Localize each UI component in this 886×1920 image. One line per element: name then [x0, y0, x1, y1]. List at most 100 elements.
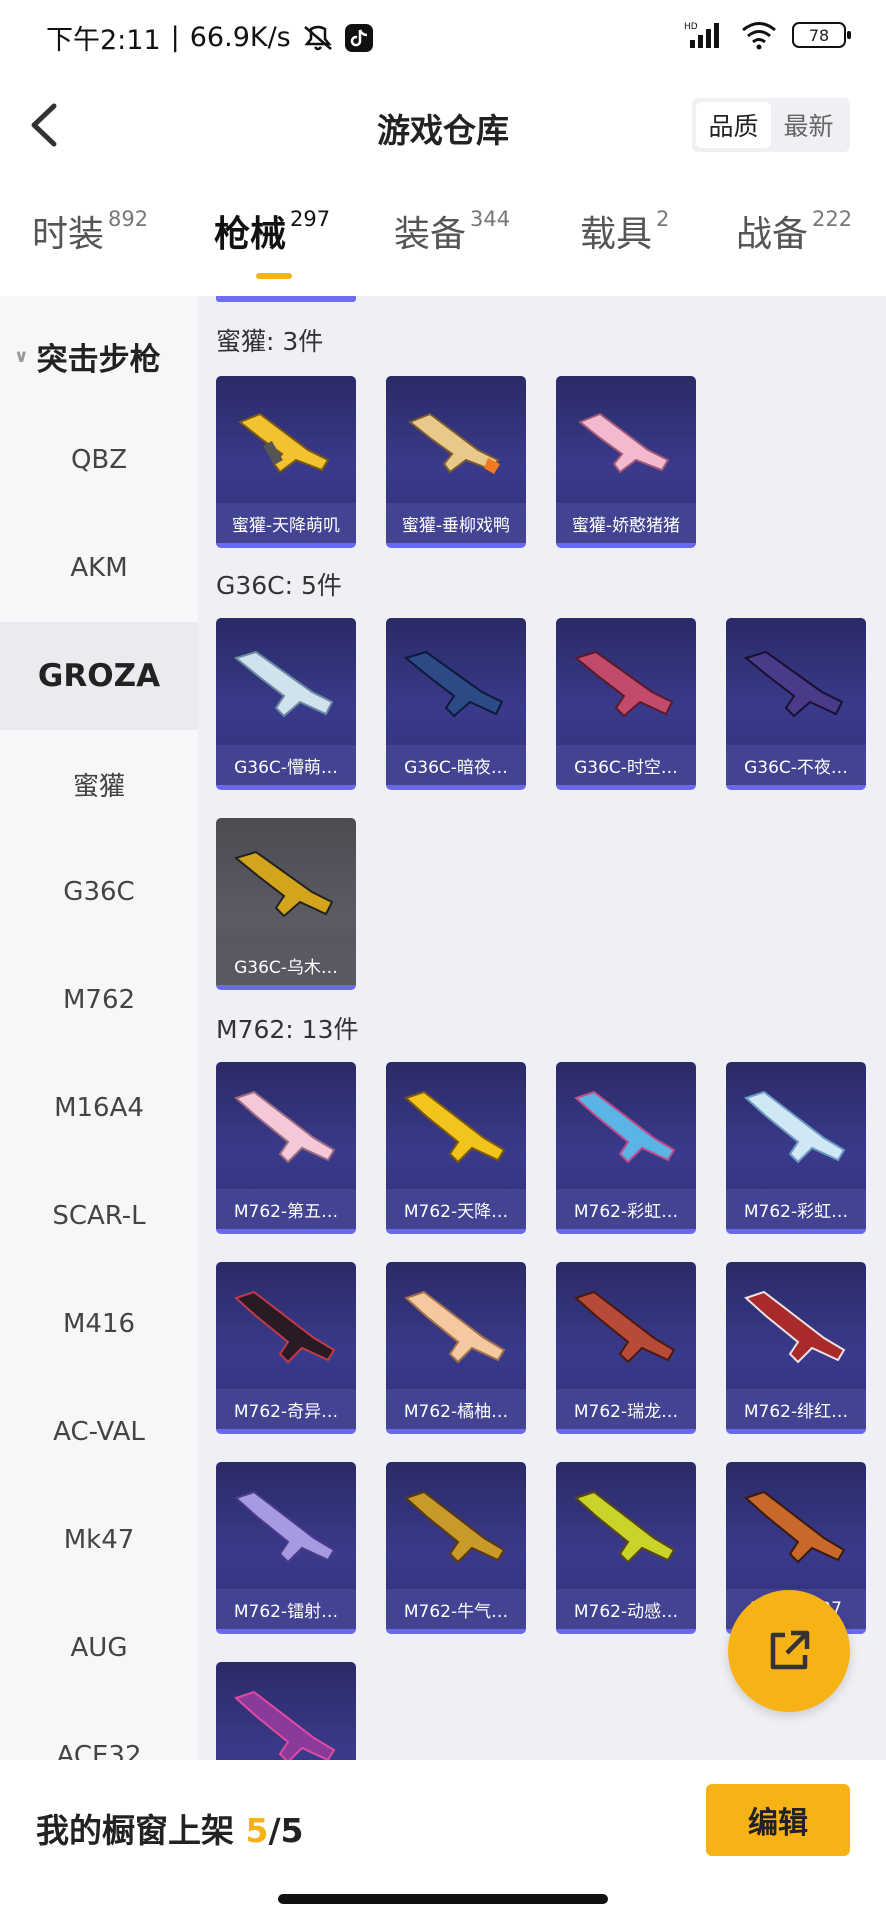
sort-toggle: 品质 最新	[692, 98, 850, 152]
sidebar-item-akm[interactable]: AKM	[0, 514, 198, 622]
skin-card[interactable]: G36C-乌木…	[216, 818, 356, 990]
sidebar-group-label: 突击步枪	[36, 342, 161, 378]
skin-name: 蜜獾-垂柳戏鸭	[386, 503, 526, 543]
section-title-m762: M762: 13件	[216, 1015, 359, 1044]
rifle-image-icon	[743, 650, 844, 718]
skin-card[interactable]: G36C-时空…	[556, 618, 696, 790]
skin-card[interactable]: M762-奇异…	[216, 1262, 356, 1434]
skin-name: M762-绯红…	[726, 1389, 866, 1429]
sidebar-item-m762[interactable]: M762	[0, 946, 198, 1054]
skin-name: M762-牛气…	[386, 1589, 526, 1629]
skin-card[interactable]: M762-牛气…	[386, 1462, 526, 1634]
tab-fashion[interactable]: 时装 892	[32, 205, 148, 257]
skin-name: M762-镭射…	[216, 1589, 356, 1629]
tab-vehicles[interactable]: 载具 2	[580, 205, 669, 257]
sidebar-item-ac-val[interactable]: AC-VAL	[0, 1378, 198, 1486]
sidebar-item-honey-badger[interactable]: 蜜獾	[0, 730, 198, 838]
skin-card[interactable]: 蜜獾-天降萌叽	[216, 376, 356, 548]
tab-count: 297	[290, 207, 331, 231]
sidebar-item-mk47[interactable]: Mk47	[0, 1486, 198, 1594]
edit-button[interactable]: 编辑	[706, 1784, 850, 1856]
tab-equipment[interactable]: 装备 344	[394, 205, 510, 257]
sort-option-quality[interactable]: 品质	[696, 102, 771, 148]
smg-image-icon	[238, 412, 330, 474]
sidebar-item-g36c[interactable]: G36C	[0, 838, 198, 946]
share-button[interactable]	[728, 1590, 850, 1712]
skin-name: G36C-乌木…	[216, 945, 356, 985]
sidebar-item-m416[interactable]: M416	[0, 1270, 198, 1378]
skin-card[interactable]: M762-橘柚…	[386, 1262, 526, 1434]
skin-card[interactable]: 蜜獾-垂柳戏鸭	[386, 376, 526, 548]
skin-card[interactable]: G36C-暗夜…	[386, 618, 526, 790]
skin-name: M762-彩虹…	[726, 1189, 866, 1229]
tab-label: 载具	[580, 214, 653, 255]
skin-card[interactable]: M762-镭射…	[216, 1462, 356, 1634]
signal-icon: HD	[684, 22, 719, 48]
rifle-image-icon	[234, 1090, 336, 1164]
weapon-grid: 蜜獾: 3件 蜜獾-天降萌叽 蜜獾-垂柳戏鸭 蜜獾-娇憨猪猪 G36C: 5件 …	[198, 296, 886, 1760]
status-bar: 下午2:11 | 66.9K/s HD 78	[0, 0, 886, 72]
tab-count: 222	[812, 207, 853, 231]
rifle-image-icon	[573, 650, 674, 718]
sidebar-item-qbz[interactable]: QBZ	[0, 406, 198, 514]
skin-name: 蜜獾-娇憨猪猪	[556, 503, 696, 543]
sidebar-item-groza[interactable]: GROZA	[0, 622, 198, 730]
tab-supplies[interactable]: 战备 222	[736, 205, 852, 257]
rifle-image-icon	[403, 650, 504, 718]
skin-card[interactable]: G36C-懵萌…	[216, 618, 356, 790]
battery-level: 78	[808, 25, 830, 45]
category-tabs: 时装 892 枪械 297 装备 344 载具 2 战备 222	[0, 205, 886, 295]
battery-indicator: 78	[792, 22, 851, 48]
sidebar-item-ace32[interactable]: ACE32	[0, 1702, 198, 1760]
showcase-current-count: 5	[245, 1811, 269, 1850]
skin-card[interactable]: M762-天降…	[386, 1062, 526, 1234]
sort-option-newest[interactable]: 最新	[771, 102, 846, 148]
header: 游戏仓库 品质 最新	[0, 80, 886, 170]
skin-name: M762-瑞龙…	[556, 1389, 696, 1429]
skin-card[interactable]: M762-瑞龙…	[556, 1262, 696, 1434]
rifle-image-icon	[234, 1290, 336, 1364]
skin-name: G36C-懵萌…	[216, 745, 356, 785]
skin-name: M762-第五…	[216, 1189, 356, 1229]
svg-text:HD: HD	[684, 22, 698, 32]
skin-name: 蜜獾-天降萌叽	[216, 503, 356, 543]
rifle-image-icon	[574, 1290, 676, 1364]
rifle-image-icon	[233, 850, 334, 918]
tab-count: 2	[656, 207, 670, 231]
tab-firearms[interactable]: 枪械 297	[214, 205, 330, 257]
skin-name: M762-橘柚…	[386, 1389, 526, 1429]
skin-card[interactable]: G36C-不夜…	[726, 618, 866, 790]
share-external-icon	[770, 1630, 810, 1670]
tab-label: 枪械	[214, 214, 287, 255]
rifle-image-icon	[234, 1490, 336, 1564]
skin-name: M762-彩虹…	[556, 1189, 696, 1229]
skin-card[interactable]: 蜜獾-娇憨猪猪	[556, 376, 696, 548]
chevron-down-icon: ∨	[14, 346, 29, 367]
sidebar-item-aug[interactable]: AUG	[0, 1594, 198, 1702]
skin-card[interactable]: M762-彩虹…	[726, 1062, 866, 1234]
skin-card[interactable]: M762-第五…	[216, 1062, 356, 1234]
skin-name: M762-奇异…	[216, 1389, 356, 1429]
showcase-status: 我的橱窗上架 5/5	[36, 1804, 303, 1852]
rifle-image-icon	[234, 1690, 336, 1760]
tab-label: 时装	[32, 214, 105, 255]
rifle-image-icon	[404, 1490, 506, 1564]
rifle-image-icon	[404, 1090, 506, 1164]
skin-card[interactable]	[216, 1662, 356, 1760]
skin-card[interactable]: M762-动感…	[556, 1462, 696, 1634]
wifi-icon	[742, 22, 776, 50]
sidebar-group-assault-rifles[interactable]: ∨ 突击步枪	[14, 334, 161, 379]
skin-card[interactable]: M762-绯红…	[726, 1262, 866, 1434]
status-speed: 66.9K/s	[189, 22, 291, 53]
home-indicator[interactable]	[278, 1894, 608, 1904]
rifle-image-icon	[744, 1290, 846, 1364]
skin-card[interactable]: M762-彩虹…	[556, 1062, 696, 1234]
smg-image-icon	[578, 412, 670, 474]
bottom-bar: 我的橱窗上架 5/5 编辑	[0, 1760, 886, 1920]
tab-label: 战备	[736, 214, 809, 255]
skin-name: G36C-不夜…	[726, 745, 866, 785]
sidebar-item-m16a4[interactable]: M16A4	[0, 1054, 198, 1162]
sidebar-item-scar-l[interactable]: SCAR-L	[0, 1162, 198, 1270]
weapon-sidebar: ∨ 突击步枪 QBZ AKM GROZA 蜜獾 G36C M762 M16A4 …	[0, 296, 198, 1760]
section-title-honey-badger: 蜜獾: 3件	[216, 327, 324, 356]
